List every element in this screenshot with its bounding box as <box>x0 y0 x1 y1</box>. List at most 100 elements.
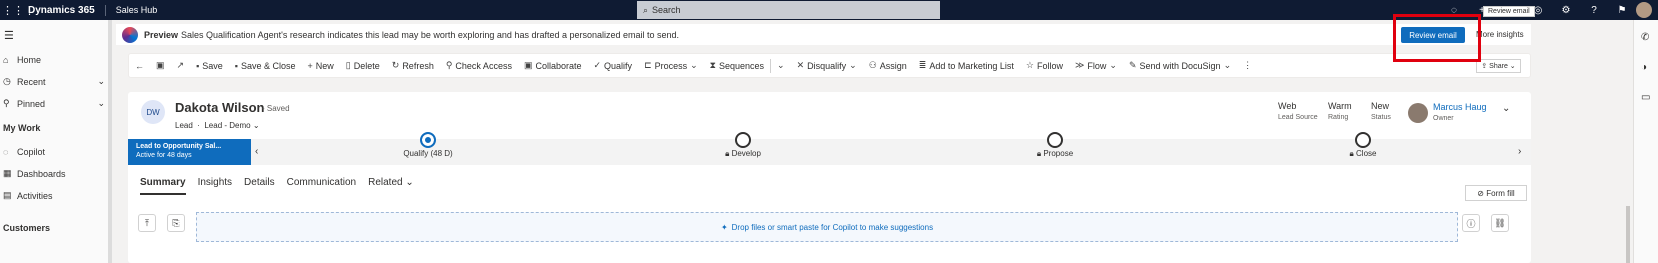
link-button[interactable]: ⛓ <box>1491 214 1509 232</box>
refresh-button[interactable]: ↻ Refresh <box>386 60 440 71</box>
docusign-button[interactable]: ✎ Send with DocuSign ⌄ <box>1123 60 1237 71</box>
copilot-side-icon[interactable]: ◑ <box>1641 62 1647 73</box>
stage-complete-icon <box>420 132 436 148</box>
user-avatar[interactable] <box>1636 2 1652 18</box>
nav-item-pinned[interactable]: ⚲ Pinned ⌄ <box>3 98 105 109</box>
chevron-down-icon[interactable]: ⌄ <box>97 98 105 109</box>
overflow-button[interactable]: ⋮ <box>1237 60 1258 71</box>
tab-related[interactable]: Related ⌄ <box>368 177 414 195</box>
banner-preview-label: Preview <box>144 29 179 40</box>
more-insights-link[interactable]: More insights <box>1476 30 1524 39</box>
search-box[interactable]: ⌕ Search <box>637 1 940 19</box>
owner-link[interactable]: Marcus Haug <box>1433 102 1487 112</box>
brand-label[interactable]: Dynamics 365 <box>28 4 106 16</box>
follow-button[interactable]: ☆ Follow <box>1020 60 1069 71</box>
command-bar: ← ▣ ↗ ▪ Save ▪ Save & Close + New ▯ Delete ↻… <box>128 53 1531 78</box>
lock-icon: 🔒︎ <box>1036 149 1042 158</box>
hamburger-icon[interactable]: ☰ <box>4 29 14 42</box>
chevron-down-icon[interactable]: ⌄ <box>97 76 105 87</box>
nav-section-mywork: My Work <box>3 123 41 133</box>
assign-button[interactable]: ⚇ Assign <box>863 60 913 71</box>
record-form: DW Dakota Wilson - Saved Lead · Lead - D… <box>128 92 1531 263</box>
chat-icon[interactable]: ▭ <box>1641 92 1650 103</box>
cmd-label: New <box>315 60 334 71</box>
help-icon[interactable]: ? <box>1580 5 1608 16</box>
save-icon: ▪ <box>196 60 200 71</box>
app-title[interactable]: Sales Hub <box>116 5 158 15</box>
popout-button[interactable]: ↗ <box>171 60 191 71</box>
back-arrow-icon: ← <box>135 60 144 71</box>
paste-icon: ⎘ <box>172 217 180 228</box>
qualify-button[interactable]: ✓ Qualify <box>588 60 639 71</box>
upload-button[interactable]: ⤒ <box>138 214 156 232</box>
nav-item-label: Recent <box>17 76 46 87</box>
tab-summary[interactable]: Summary <box>140 177 186 195</box>
form-fill-button[interactable]: ⊘ Form fill <box>1465 185 1527 201</box>
info-button[interactable]: ⓘ <box>1462 214 1480 232</box>
nav-item-home[interactable]: ⌂ Home <box>3 55 105 65</box>
collaborate-button[interactable]: ▣ Collaborate <box>518 60 588 71</box>
delete-button[interactable]: ▯ Delete <box>340 60 386 71</box>
waffle-icon[interactable]: ⋮⋮⋮ <box>2 4 35 17</box>
form-selector[interactable]: Lead - Demo <box>204 121 250 130</box>
sequences-dropdown[interactable]: ⌄ <box>771 60 791 71</box>
check-access-button[interactable]: ⚲ Check Access <box>440 60 518 71</box>
scrollbar[interactable] <box>1626 206 1630 263</box>
feedback-icon[interactable]: ⚑ <box>1608 5 1636 16</box>
stage-label: 🔒︎ Propose <box>1036 149 1074 158</box>
add-marketing-list-button[interactable]: ≣ Add to Marketing List <box>913 60 1020 71</box>
chevron-down-icon[interactable]: ⌄ <box>253 121 260 130</box>
nav-item-label: Dashboards <box>17 168 66 179</box>
disqualify-icon: ✕ <box>796 60 805 70</box>
process-button[interactable]: ⊏ Process ⌄ <box>638 60 704 71</box>
disqualify-button[interactable]: ✕ Disqualify ⌄ <box>791 60 863 71</box>
cmd-label: Sequences <box>719 60 765 71</box>
sequences-button[interactable]: ⧗ Sequences <box>704 60 770 71</box>
cmd-label: Add to Marketing List <box>929 60 1014 71</box>
paste-button[interactable]: ⎘ <box>167 214 185 232</box>
new-button[interactable]: + New <box>302 61 340 71</box>
header-field-label: Lead Source <box>1278 114 1318 121</box>
star-icon: ☆ <box>1025 60 1034 70</box>
record-icon: ▣ <box>156 60 165 70</box>
banner-text: Sales Qualification Agent's research ind… <box>181 29 680 40</box>
active-process[interactable]: Lead to Opportunity Sal... Active for 48… <box>128 139 251 165</box>
nav-item-recent[interactable]: ◷ Recent ⌄ <box>3 76 105 87</box>
form-tabs: Summary Insights Details Communication R… <box>140 177 414 195</box>
phone-icon[interactable]: ✆ <box>1641 32 1649 43</box>
stage-propose[interactable]: 🔒︎ Propose <box>1030 132 1080 159</box>
refresh-icon: ↻ <box>391 60 400 70</box>
nav-item-copilot[interactable]: ◌ Copilot <box>3 147 105 157</box>
record-set-button[interactable]: ▣ <box>150 60 171 71</box>
cmd-label: Process <box>654 60 688 71</box>
tab-communication[interactable]: Communication <box>287 177 356 195</box>
tab-details[interactable]: Details <box>244 177 275 195</box>
header-expand-chevron-icon[interactable]: ⌄ <box>1502 103 1510 114</box>
stage-qualify[interactable]: Qualify (48 D) <box>398 132 458 158</box>
save-button[interactable]: ▪ Save <box>190 61 229 71</box>
chevron-left-icon[interactable]: ‹ <box>255 146 258 157</box>
popout-icon: ↗ <box>176 60 185 70</box>
gear-icon[interactable]: ⚙ <box>1552 5 1580 16</box>
home-icon: ⌂ <box>3 55 9 65</box>
stage-close[interactable]: 🔒︎ Close <box>1338 132 1388 159</box>
share-button[interactable]: ⇪ Share ⌄ <box>1476 59 1521 73</box>
nav-item-dashboards[interactable]: ▦ Dashboards <box>3 168 105 179</box>
activities-icon: ▤ <box>3 190 12 200</box>
tab-insights[interactable]: Insights <box>198 177 232 195</box>
check-access-icon: ⚲ <box>445 60 453 70</box>
back-button[interactable]: ← <box>129 61 150 71</box>
chevron-right-icon[interactable]: › <box>1518 146 1521 157</box>
flow-button[interactable]: ≫ Flow ⌄ <box>1069 60 1123 71</box>
copilot-dropzone[interactable]: ✦ Drop files or smart paste for Copilot … <box>196 212 1458 242</box>
save-close-button[interactable]: ▪ Save & Close <box>229 61 302 71</box>
nav-section-customers: Customers <box>3 223 51 233</box>
cmd-label: Assign <box>879 60 907 71</box>
upload-icon: ⤒ <box>145 217 149 228</box>
nav-item-activities[interactable]: ▤ Activities <box>3 190 105 201</box>
business-process-flow: Lead to Opportunity Sal... Active for 48… <box>128 132 1531 165</box>
stage-circle-icon <box>1047 132 1063 148</box>
stage-develop[interactable]: 🔒︎ Develop <box>718 132 768 159</box>
lock-icon: 🔒︎ <box>1349 149 1354 158</box>
record-subtitle: Lead · Lead - Demo ⌄ <box>175 121 260 130</box>
